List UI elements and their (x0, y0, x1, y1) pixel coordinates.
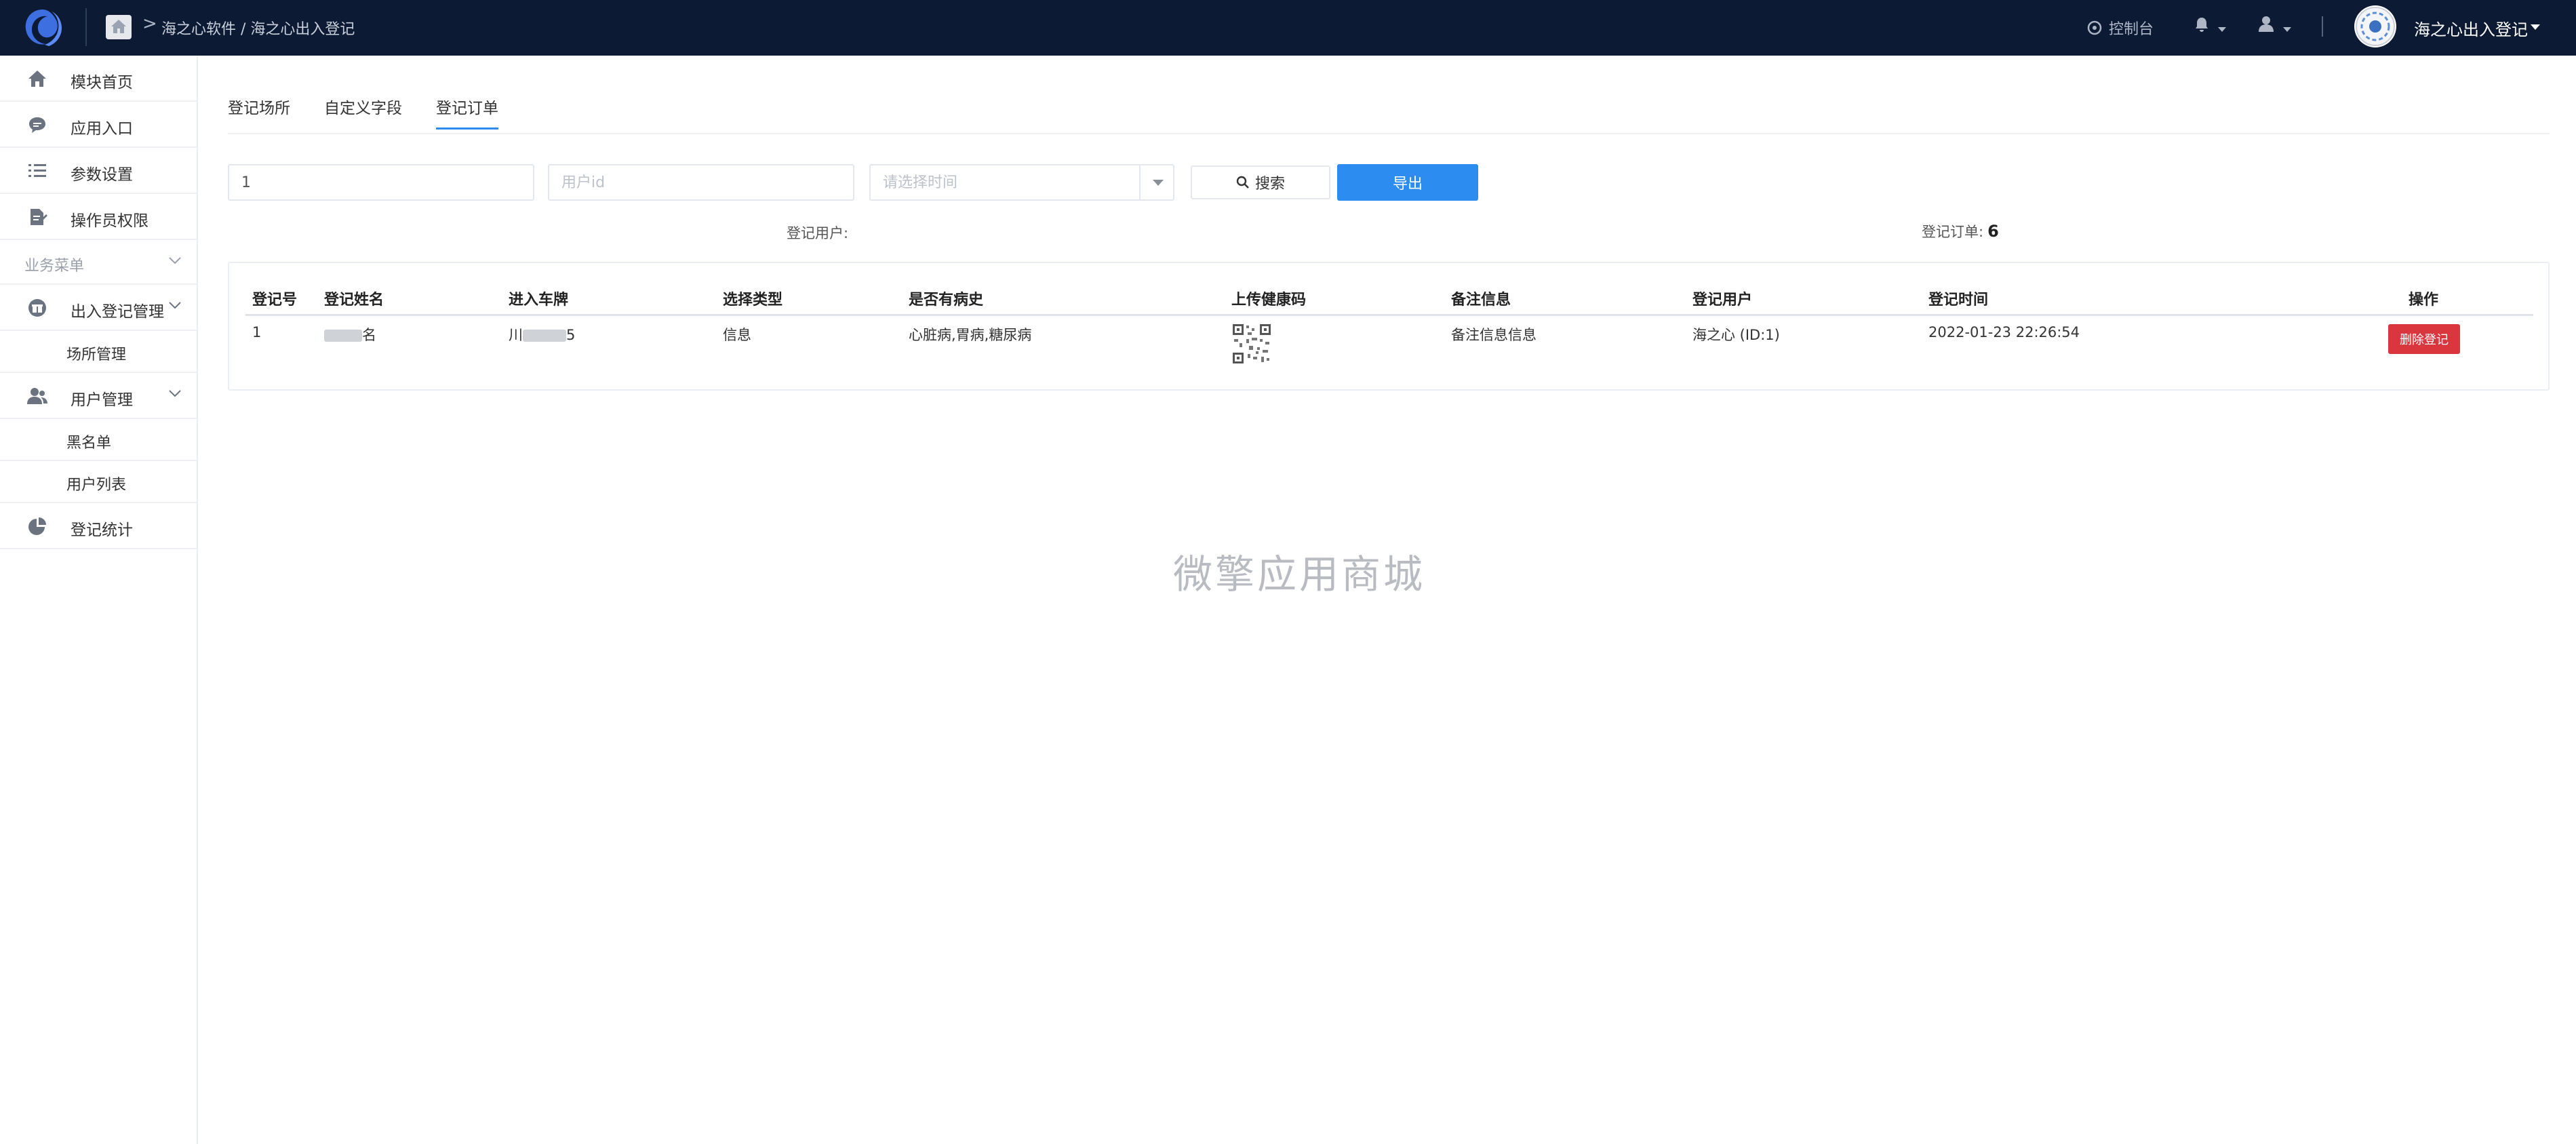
console-label: 控制台 (2109, 21, 2154, 38)
sidebar: 模块首页 应用入口 参数设置 操作员权限 业务菜单 出入登记管理 场所管理 用户… (0, 56, 198, 1144)
notifications-menu[interactable] (2194, 16, 2227, 35)
stat-registered-orders: 登记订单: 6 (1922, 221, 1999, 241)
cell-plate: 川5 (509, 327, 576, 343)
sidebar-item-module-home[interactable]: 模块首页 (0, 56, 197, 102)
chevron-down-icon (169, 390, 181, 397)
cell-id: 1 (252, 324, 262, 340)
stat-user-label: 登记用户: (787, 225, 849, 241)
tab-divider (228, 133, 2550, 134)
stat-registered-users: 登记用户: (787, 222, 848, 243)
sidebar-item-label: 操作员权限 (71, 212, 148, 230)
sidebar-item-parameter-settings[interactable]: 参数设置 (0, 148, 197, 194)
caret-down-icon (1153, 180, 1164, 186)
sidebar-group-business-menu[interactable]: 业务菜单 (0, 240, 197, 285)
stat-order-count: 6 (1987, 222, 1999, 241)
sidebar-subitem-venue-management[interactable]: 场所管理 (0, 331, 197, 373)
keyword-input[interactable] (228, 164, 534, 201)
column-header-actions: 操作 (2409, 292, 2439, 309)
sidebar-item-user-management[interactable]: 用户管理 (0, 373, 197, 419)
stat-order-label: 登记订单: (1922, 224, 1984, 240)
delete-registration-button[interactable]: 删除登记 (2388, 324, 2460, 354)
date-select-toggle[interactable] (1139, 165, 1173, 199)
cell-name: 名 (324, 324, 376, 344)
chevron-down-icon (169, 257, 181, 264)
sidebar-subitem-user-list[interactable]: 用户列表 (0, 461, 197, 503)
sidebar-item-registration-stats[interactable]: 登记统计 (0, 503, 197, 549)
export-button[interactable]: 导出 (1337, 164, 1478, 201)
sidebar-item-label: 出入登记管理 (71, 303, 164, 321)
cell-time: 2022-01-23 22:26:54 (1928, 324, 2080, 340)
breadcrumb-separator: > (142, 14, 157, 34)
sidebar-item-label: 登记统计 (71, 521, 133, 539)
avatar[interactable] (2354, 5, 2396, 47)
search-button[interactable]: 搜索 (1191, 165, 1330, 199)
tab-custom-fields[interactable]: 自定义字段 (324, 95, 402, 130)
watermark: 微擎应用商城 (1173, 551, 1426, 597)
health-code-qr-image[interactable] (1231, 323, 1272, 365)
tab-registration-orders[interactable]: 登记订单 (436, 95, 498, 130)
sidebar-item-label: 应用入口 (71, 120, 133, 138)
list-icon (28, 164, 46, 177)
orders-table (228, 262, 2550, 391)
user-icon (2259, 16, 2274, 32)
cell-medical-history: 心脏病,胃病,糖尿病 (909, 327, 1032, 343)
sidebar-item-entry-exit-management[interactable]: 出入登记管理 (0, 285, 197, 331)
dashboard-icon (2087, 20, 2102, 35)
cell-remark: 备注信息信息 (1451, 327, 1537, 343)
sidebar-item-operator-permissions[interactable]: 操作员权限 (0, 194, 197, 240)
date-select[interactable] (869, 164, 1174, 201)
column-header-health-code: 上传健康码 (1231, 292, 1307, 309)
redacted-blur (523, 330, 566, 342)
top-navbar: > 海之心软件 / 海之心出入登记 控制台 海之心出入登记 (0, 0, 2576, 56)
home-button[interactable] (106, 15, 132, 39)
column-header-id: 登记号 (252, 292, 298, 309)
sidebar-subitem-blacklist[interactable]: 黑名单 (0, 419, 197, 461)
column-header-type: 选择类型 (723, 292, 783, 309)
app-logo[interactable] (19, 5, 66, 50)
column-header-name: 登记姓名 (324, 292, 384, 309)
column-header-remark: 备注信息 (1451, 292, 1511, 309)
chevron-down-icon (2283, 27, 2292, 32)
sidebar-subitem-label: 用户列表 (66, 477, 127, 494)
document-edit-icon (31, 209, 47, 225)
gift-icon (28, 299, 46, 317)
tab-registration-venues[interactable]: 登记场所 (228, 95, 290, 130)
sidebar-item-label: 模块首页 (71, 74, 133, 92)
breadcrumb[interactable]: 海之心软件 / 海之心出入登记 (161, 17, 355, 39)
search-button-label: 搜索 (1254, 176, 1285, 193)
sidebar-subitem-label: 场所管理 (66, 347, 127, 363)
chevron-down-icon (2218, 27, 2227, 32)
top-divider (2322, 16, 2323, 37)
sidebar-subitem-label: 黑名单 (66, 435, 112, 452)
column-header-user: 登记用户 (1692, 292, 1753, 309)
home-icon (28, 71, 46, 87)
sidebar-item-label: 用户管理 (71, 391, 133, 409)
user-menu[interactable] (2258, 15, 2292, 35)
cell-type: 信息 (723, 327, 751, 343)
redacted-blur (324, 330, 362, 342)
tab-bar: 登记场所 自定义字段 登记订单 (228, 95, 498, 130)
cell-user: 海之心 (ID:1) (1692, 327, 1780, 343)
chevron-down-icon (169, 302, 181, 309)
pie-icon (28, 517, 46, 535)
sidebar-item-label: 参数设置 (71, 166, 133, 184)
column-header-time: 登记时间 (1928, 292, 1989, 309)
chat-icon (29, 117, 45, 133)
users-icon (27, 388, 47, 404)
top-divider (85, 8, 87, 46)
chevron-down-icon[interactable] (2531, 24, 2540, 30)
user-id-input[interactable] (548, 164, 854, 201)
column-header-medical-history: 是否有病史 (909, 292, 984, 309)
account-name[interactable]: 海之心出入登记 (2414, 16, 2528, 40)
sidebar-item-app-entry[interactable]: 应用入口 (0, 102, 197, 148)
sidebar-group-label: 业务菜单 (24, 258, 85, 275)
search-icon (1236, 176, 1249, 189)
console-link[interactable]: 控制台 (2087, 16, 2154, 39)
bell-icon (2196, 18, 2208, 32)
home-icon (111, 20, 126, 33)
column-header-plate: 进入车牌 (509, 292, 569, 309)
table-header-divider (245, 314, 2533, 316)
